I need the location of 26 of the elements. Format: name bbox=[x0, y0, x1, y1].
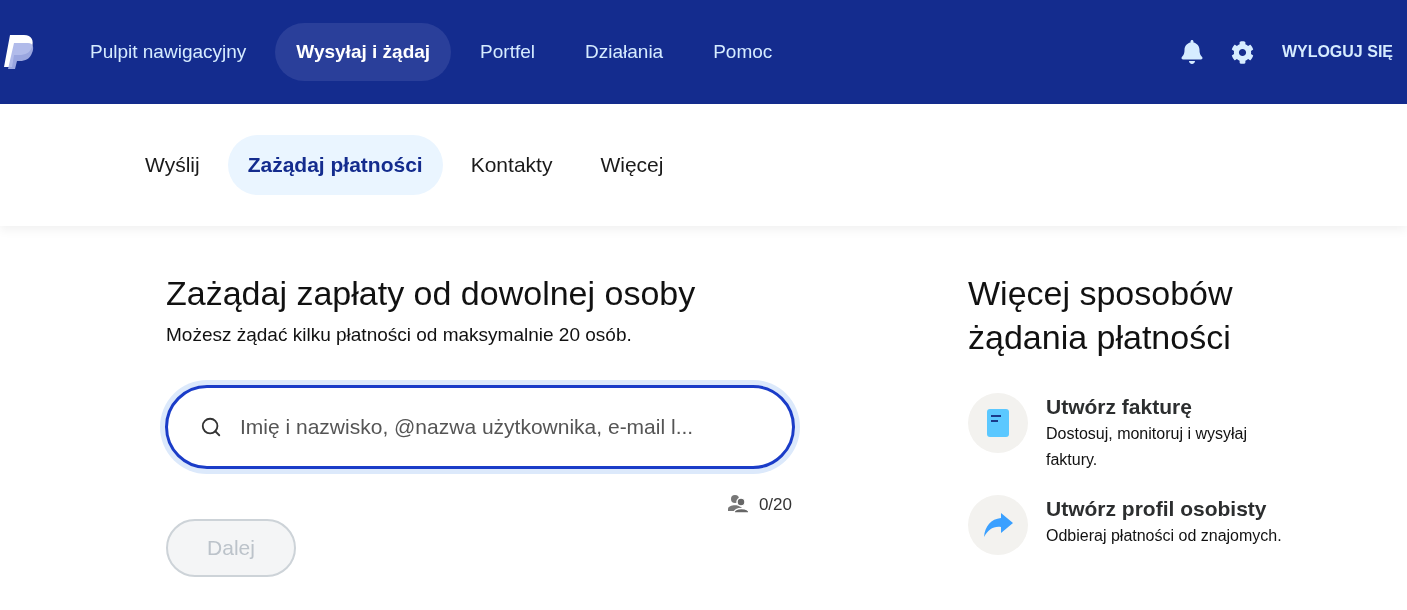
nav-tab[interactable]: Portfel bbox=[459, 23, 556, 81]
nav-tab[interactable]: Wysyłaj i żądaj bbox=[275, 23, 452, 81]
subnav-tab[interactable]: Więcej bbox=[580, 135, 684, 195]
section-heading: Więcej sposobów żądania płatności bbox=[968, 273, 1234, 358]
page-heading: Zażądaj zapłaty od dowolnej osoby bbox=[166, 273, 697, 314]
option-link[interactable]: Utwórz profil osobisty bbox=[1046, 495, 1296, 523]
subnav-tab[interactable]: Wyślij bbox=[125, 135, 220, 195]
option-link[interactable]: Utwórz fakturę bbox=[1046, 393, 1296, 421]
search-input[interactable]: Imię i nazwisko, @nazwa użytkownika, e-mail l... bbox=[240, 410, 772, 443]
nav-tab[interactable]: Działania bbox=[564, 23, 685, 81]
nav-tab[interactable]: Pomoc bbox=[692, 23, 794, 81]
search-icon bbox=[200, 415, 222, 438]
settings-icon[interactable] bbox=[1230, 40, 1254, 64]
option-description: Dostosuj, monitoruj i wysyłaj faktury. bbox=[1046, 424, 1248, 470]
logo[interactable] bbox=[2, 35, 34, 69]
document-icon bbox=[987, 409, 1009, 437]
notification-bell-icon[interactable] bbox=[1180, 40, 1203, 64]
subnav-tab[interactable]: Zażądaj płatności bbox=[227, 135, 443, 195]
recipient-counter: 0/20 bbox=[758, 493, 792, 516]
option-description: Odbieraj płatności od znajomych. bbox=[1046, 526, 1283, 546]
subnav-tab[interactable]: Kontakty bbox=[450, 135, 573, 195]
people-icon bbox=[726, 494, 751, 515]
logout-link[interactable]: WYLOGUJ SIĘ bbox=[1281, 40, 1393, 64]
share-arrow-icon bbox=[983, 512, 1013, 538]
nav-tab[interactable]: Pulpit nawigacyjny bbox=[69, 23, 268, 81]
page-subtitle: Możesz żądać kilku płatności od maksymalnie 20 osób. bbox=[166, 323, 633, 347]
